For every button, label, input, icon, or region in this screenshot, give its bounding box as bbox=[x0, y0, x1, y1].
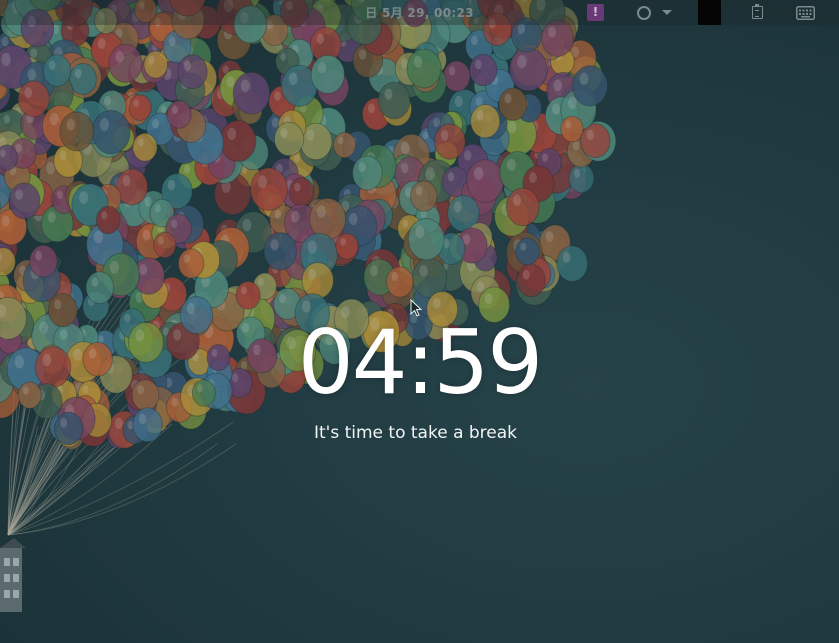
top-panel: 日 5月 29, 00:23 ! bbox=[0, 0, 839, 25]
tray-app-icon[interactable] bbox=[698, 0, 721, 25]
house-image bbox=[0, 538, 26, 612]
mouse-cursor-icon bbox=[410, 299, 422, 317]
alert-icon[interactable]: ! bbox=[587, 4, 604, 21]
keyboard-icon[interactable] bbox=[796, 6, 815, 20]
clipboard-icon[interactable] bbox=[752, 4, 763, 19]
break-message: It's time to take a break bbox=[313, 423, 518, 443]
break-screen: 日 5月 29, 00:23 ! 04:59 It's time to take… bbox=[0, 0, 839, 643]
break-timer: 04:59 bbox=[297, 311, 544, 414]
chevron-down-icon[interactable] bbox=[662, 10, 672, 15]
circle-status-icon[interactable] bbox=[637, 6, 651, 20]
